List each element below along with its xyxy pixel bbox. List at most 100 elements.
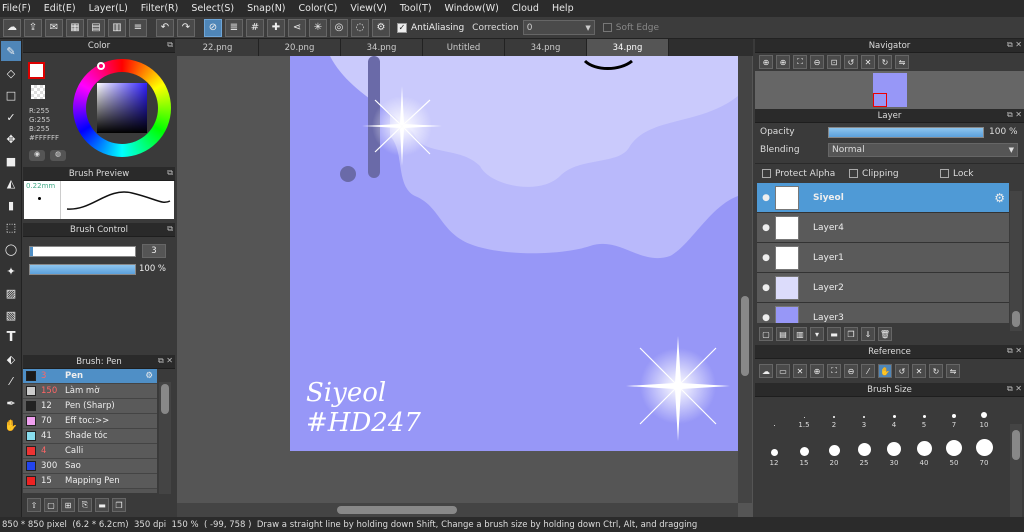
menu-item[interactable]: Filter(R) [141,3,179,14]
snap-circle-icon[interactable]: ◎ [330,18,348,37]
brush-size-preset[interactable]: 4 [879,403,909,429]
brush-opacity-slider[interactable] [29,264,136,275]
popout-icon[interactable]: ⧉ ✕ [1007,346,1022,356]
marquee-tool-icon[interactable]: ⬚ [1,217,21,237]
menu-item[interactable]: Cloud [512,3,539,14]
checkbox-icon[interactable] [849,169,858,178]
brush-list-scrollbar[interactable] [159,382,171,506]
duplicate-layer-icon[interactable]: ❐ [844,327,858,341]
popout-icon[interactable]: ⧉ ✕ [1007,110,1022,120]
eraser-tool-icon[interactable]: ◇ [1,63,21,83]
pen-tool-icon[interactable]: ✒ [1,393,21,413]
brush-size-preset[interactable]: 70 [969,435,999,467]
antialiasing-toggle[interactable]: ✓ AntiAliasing [397,22,464,33]
rotate-right-icon[interactable]: ↻ [878,55,892,69]
fill-rect-tool-icon[interactable]: ■ [1,151,21,171]
brush-list-item[interactable]: 70 Eff toc:>> [23,414,157,429]
undo-button[interactable]: ↶ [156,18,174,37]
saturation-square[interactable] [97,83,147,133]
menu-item[interactable]: Help [552,3,574,14]
brush-size-preset[interactable]: 2 [819,403,849,429]
menu-item[interactable]: View(V) [350,3,386,14]
tab-4[interactable]: 34.png [505,39,587,56]
popout-icon[interactable]: ⧉ ✕ [1007,40,1022,50]
primary-color-swatch[interactable] [28,62,45,79]
brush-size-preset[interactable]: 12 [759,435,789,467]
layer-row[interactable]: ● Siyeol ⚙ [757,183,1009,213]
popout-icon[interactable]: ⧉ [167,40,173,50]
zoom-out-icon[interactable]: ⊖ [810,55,824,69]
brush-size-preset[interactable]: 20 [819,435,849,467]
folder-icon[interactable]: ▬ [95,498,109,512]
checkbox-icon[interactable] [762,169,771,178]
select-pen-tool-icon[interactable]: ✓ [1,107,21,127]
layer-row[interactable]: ● Layer2 [757,273,1009,303]
menu-item[interactable]: Edit(E) [44,3,76,14]
brush-size-preset[interactable]: 40 [909,435,939,467]
eyedropper-tool-icon[interactable]: ⁄ [1,371,21,391]
hue-wheel[interactable] [73,59,171,157]
actual-size-icon[interactable]: ⊡ [827,55,841,69]
palette-icon[interactable]: ◍ [50,150,66,161]
brush-size-preset[interactable]: 1.5 [789,403,819,429]
layer-opacity-slider[interactable] [828,126,984,138]
reset-icon[interactable]: ✕ [912,364,926,378]
add-brush-icon[interactable]: ⊞ [61,498,75,512]
visibility-icon[interactable]: ● [757,313,775,323]
visibility-icon[interactable]: ● [757,193,775,203]
tab-1[interactable]: 20.png [259,39,341,56]
chat-icon[interactable]: ✉ [45,18,63,37]
add-layer-menu-icon[interactable]: ▾ [810,327,824,341]
select-eraser-tool-icon[interactable]: ▧ [1,305,21,325]
cloud-upload-icon[interactable]: ☁ [759,364,773,378]
hand-tool-icon[interactable]: ✋ [1,415,21,435]
select-rect-tool-icon[interactable]: □ [1,85,21,105]
layer-row[interactable]: ● Layer4 [757,213,1009,243]
blending-select[interactable]: Normal ▼ [828,143,1018,157]
brush-size-preset[interactable]: 25 [849,435,879,467]
brush-list-item[interactable]: 300 Sao [23,459,157,474]
snap-radial-icon[interactable]: ✳ [309,18,327,37]
snap-parallel-icon[interactable]: ≣ [225,18,243,37]
popout-icon[interactable]: ⧉ ✕ [158,356,173,366]
lasso-tool-icon[interactable]: ◯ [1,239,21,259]
brush-size-slider[interactable] [29,246,136,257]
select-brush-tool-icon[interactable]: ▨ [1,283,21,303]
tab-5[interactable]: 34.png [587,39,669,56]
brush-list-item[interactable]: 12 Pen (Sharp) [23,399,157,414]
rotate-left-icon[interactable]: ↺ [895,364,909,378]
visibility-icon[interactable]: ● [757,283,775,293]
brush-size-value[interactable]: 3 [142,244,166,258]
brush-size-preset[interactable]: 50 [939,435,969,467]
snap-settings-icon[interactable]: ⚙ [372,18,390,37]
eyedropper-icon[interactable]: ⁄ [861,364,875,378]
brush-list-item[interactable]: 3 Pen ⚙ [23,369,157,384]
export-icon[interactable]: ⇪ [24,18,42,37]
layer-list-scrollbar[interactable] [1010,191,1022,331]
snap-vanish-icon[interactable]: ⋖ [288,18,306,37]
brush-size-preset[interactable] [759,403,789,429]
brush-size-preset[interactable]: 5 [909,403,939,429]
new-1bit-layer-icon[interactable]: ▥ [793,327,807,341]
flip-icon[interactable]: ⇋ [946,364,960,378]
menu-item[interactable]: Tool(T) [400,3,432,14]
filter-icon[interactable]: ▥ [108,18,126,37]
visibility-icon[interactable]: ● [757,223,775,233]
brush-list-item[interactable]: 41 Shade tóc [23,429,157,444]
snap-off-icon[interactable]: ⊘ [204,18,222,37]
move-tool-icon[interactable]: ✥ [1,129,21,149]
text-tool-icon[interactable]: T [1,327,21,347]
tab-0[interactable]: 22.png [177,39,259,56]
redo-button[interactable]: ↷ [177,18,195,37]
soft-edge-toggle[interactable]: Soft Edge [602,23,659,33]
zoom-in-icon[interactable]: ⊕ [759,55,773,69]
brush-size-preset[interactable]: 15 [789,435,819,467]
brush-size-preset[interactable]: 3 [849,403,879,429]
grid-view-icon[interactable]: ▦ [66,18,84,37]
tab-2[interactable]: 34.png [341,39,423,56]
menu-item[interactable]: Layer(L) [89,3,128,14]
open-folder-icon[interactable]: ▭ [776,364,790,378]
canvas-hscroll[interactable] [177,503,738,517]
brush-size-preset[interactable]: 30 [879,435,909,467]
menu-item[interactable]: File(F) [2,3,31,14]
